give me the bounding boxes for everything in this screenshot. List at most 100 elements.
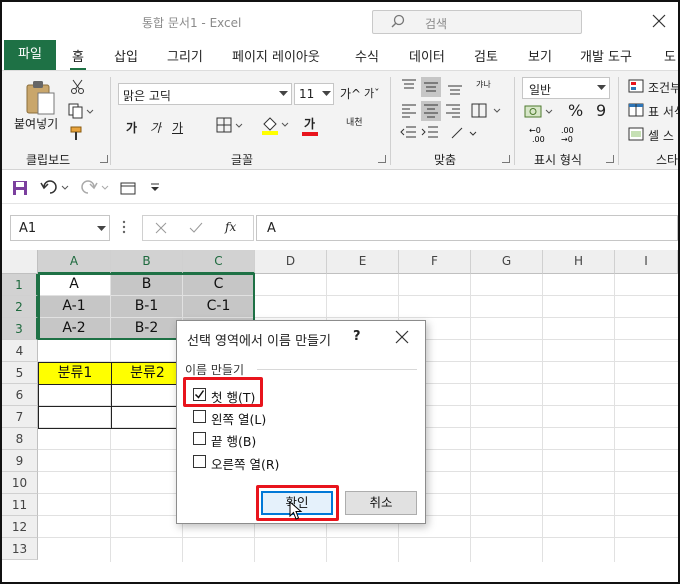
cancel-button[interactable]: 취소 — [345, 491, 417, 515]
cell-b1[interactable]: B — [111, 274, 183, 296]
row-header-10[interactable]: 10 — [2, 472, 38, 494]
fill-color-icon[interactable] — [260, 115, 290, 135]
undo-icon[interactable] — [40, 179, 72, 197]
cell-style-button[interactable]: 셀 스 — [648, 127, 674, 144]
more-options-icon[interactable] — [122, 220, 126, 234]
confirm-edit-icon[interactable] — [189, 222, 203, 234]
cell-a5[interactable]: 분류1 — [38, 362, 112, 385]
row-header-4[interactable]: 4 — [2, 340, 38, 362]
tab-view[interactable]: 보기 — [528, 46, 552, 65]
tab-developer[interactable]: 개발 도구 — [580, 46, 632, 65]
open-folder-icon[interactable] — [120, 180, 136, 196]
row-header-7[interactable]: 7 — [2, 406, 38, 428]
redo-icon[interactable] — [80, 179, 112, 197]
copy-icon[interactable] — [68, 103, 94, 119]
shrink-font-button[interactable]: 가ˇ — [364, 85, 380, 101]
column-header-i[interactable]: I — [615, 250, 678, 274]
cell-b7[interactable] — [111, 406, 184, 429]
clipboard-launcher-icon[interactable] — [100, 155, 108, 163]
row-header-8[interactable]: 8 — [2, 428, 38, 450]
close-icon[interactable] — [395, 330, 409, 344]
customize-toolbar-icon[interactable] — [150, 182, 160, 192]
paste-label[interactable]: 붙여넣기 — [14, 115, 58, 132]
formula-input[interactable]: A — [256, 215, 678, 241]
tab-page-layout[interactable]: 페이지 레이아웃 — [232, 46, 320, 65]
indent-icons[interactable] — [400, 125, 510, 141]
decimal-icons[interactable]: ←0.00.00→0 — [528, 125, 590, 143]
phonetic-button[interactable]: 내천 — [346, 115, 363, 128]
cell-b5[interactable]: 분류2 — [111, 362, 184, 385]
conditional-format-icon[interactable] — [628, 79, 644, 93]
tab-draw[interactable]: 그리기 — [167, 46, 203, 65]
alignment-launcher-icon[interactable] — [502, 155, 510, 163]
vertical-align-icons[interactable] — [400, 77, 466, 97]
cell-c1[interactable]: C — [183, 274, 255, 296]
currency-icon[interactable] — [524, 103, 554, 121]
number-launcher-icon[interactable] — [606, 155, 614, 163]
right-column-checkbox[interactable] — [193, 455, 206, 468]
comma-button[interactable]: 9 — [596, 101, 606, 120]
cell-b6[interactable] — [111, 384, 184, 407]
underline-button[interactable]: 가 — [172, 119, 183, 136]
tab-more[interactable]: 도 — [664, 46, 676, 65]
cell-b2[interactable]: B-1 — [111, 296, 183, 318]
name-box[interactable]: A1 — [10, 215, 110, 241]
insert-function-icon[interactable]: fx — [225, 220, 236, 234]
table-format-icon[interactable] — [628, 103, 644, 117]
column-header-h[interactable]: H — [543, 250, 615, 274]
tab-formulas[interactable]: 수식 — [355, 46, 379, 65]
cell-c2[interactable]: C-1 — [183, 296, 255, 318]
font-color-button[interactable]: 가 — [304, 115, 315, 132]
table-format-button[interactable]: 표 서식 — [648, 103, 678, 120]
row-header-3[interactable]: 3 — [2, 318, 38, 340]
column-header-b[interactable]: B — [111, 250, 183, 274]
grow-font-button[interactable]: 가^ — [340, 85, 361, 102]
bold-button[interactable]: 가 — [126, 119, 137, 136]
row-header-11[interactable]: 11 — [2, 494, 38, 516]
row-header-6[interactable]: 6 — [2, 384, 38, 406]
tab-insert[interactable]: 삽입 — [114, 46, 138, 65]
cell-a6[interactable] — [38, 384, 112, 407]
horizontal-align-icons[interactable] — [400, 101, 510, 121]
row-header-12[interactable]: 12 — [2, 516, 38, 538]
cell-style-icon[interactable] — [628, 127, 644, 141]
column-header-g[interactable]: G — [471, 250, 543, 274]
cell-a3[interactable]: A-2 — [38, 318, 111, 340]
font-name-select[interactable]: 맑은 고딕 — [118, 83, 292, 105]
left-column-checkbox[interactable] — [193, 410, 206, 423]
row-header-5[interactable]: 5 — [2, 362, 38, 384]
percent-button[interactable]: % — [568, 101, 583, 120]
number-format-select[interactable]: 일반 — [522, 77, 610, 99]
conditional-format-button[interactable]: 조건부 — [648, 79, 678, 96]
save-icon[interactable] — [12, 180, 28, 196]
font-size-select[interactable]: 11 — [294, 83, 334, 105]
cell-b3[interactable]: B-2 — [111, 318, 183, 340]
row-header-1[interactable]: 1 — [2, 274, 38, 296]
help-button[interactable]: ? — [353, 329, 361, 344]
paste-icon[interactable] — [24, 79, 58, 117]
wrap-text-button[interactable]: 갸나 — [476, 79, 491, 90]
border-icon[interactable] — [216, 117, 244, 135]
font-launcher-icon[interactable] — [378, 155, 386, 163]
cell-a2[interactable]: A-1 — [38, 296, 111, 318]
column-header-f[interactable]: F — [399, 250, 471, 274]
search-box[interactable]: 검색 — [372, 10, 582, 34]
tab-file[interactable]: 파일 — [4, 40, 56, 70]
row-header-9[interactable]: 9 — [2, 450, 38, 472]
cancel-edit-icon[interactable] — [155, 222, 167, 234]
column-header-a[interactable]: A — [38, 250, 111, 274]
row-header-13[interactable]: 13 — [2, 538, 38, 560]
column-header-e[interactable]: E — [327, 250, 399, 274]
italic-button[interactable]: 가 — [150, 119, 161, 136]
column-header-c[interactable]: C — [183, 250, 255, 274]
format-painter-icon[interactable] — [70, 125, 86, 141]
cut-icon[interactable] — [70, 79, 86, 95]
column-header-d[interactable]: D — [255, 250, 327, 274]
cell-a7[interactable] — [38, 406, 112, 429]
cell-a1[interactable]: A — [38, 274, 111, 296]
tab-data[interactable]: 데이터 — [409, 46, 445, 65]
row-header-2[interactable]: 2 — [2, 296, 38, 318]
bottom-row-checkbox[interactable] — [193, 432, 206, 445]
close-window-icon[interactable] — [652, 14, 666, 28]
tab-home[interactable]: 홈 — [70, 46, 86, 71]
